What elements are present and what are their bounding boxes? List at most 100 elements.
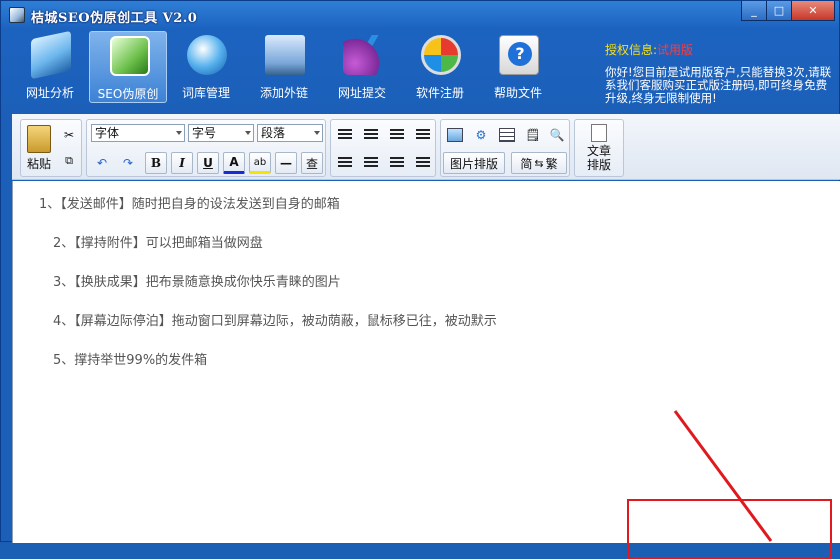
note-icon: 🗒 [525, 128, 541, 142]
copy-button[interactable]: ⧉ [59, 150, 79, 172]
size-select-value: 字号 [192, 126, 217, 140]
outdent-button[interactable] [385, 124, 409, 146]
nav-item-thesaurus[interactable]: 词库管理 [167, 31, 245, 103]
scissors-icon: ✂ [63, 128, 75, 142]
bold-button[interactable]: B [145, 152, 167, 174]
size-select[interactable]: 字号 [188, 124, 254, 142]
editor-line: 2、【撑持附件】可以把邮箱当做网盘 [53, 236, 263, 251]
search-replace-button[interactable]: 🔍 [545, 124, 569, 146]
underline-button[interactable]: U [197, 152, 219, 174]
align-right-button[interactable] [385, 152, 409, 174]
justify-icon [416, 157, 430, 169]
editor-line: 5、撑持举世99%的发件箱 [53, 353, 208, 368]
app-icon [9, 7, 25, 23]
font-group: 字体 字号 段落 ↶ ↷ B I U A ab — 查 [86, 119, 326, 177]
nav-label: 词库管理 [181, 86, 230, 100]
article-layout-label-1: 文章 [586, 144, 611, 158]
search-icon: 🔍 [549, 128, 565, 142]
paragraph-select[interactable]: 段落 [257, 124, 323, 142]
align-right-icon [390, 157, 404, 169]
nav-label: SEO伪原创 [97, 87, 159, 101]
insert-note-button[interactable]: 🗒 [521, 124, 545, 146]
paragraph-group [330, 119, 436, 177]
outdent-icon [390, 129, 404, 141]
pages-icon [110, 36, 150, 76]
paragraph-select-value: 段落 [261, 126, 286, 140]
align-left-button[interactable] [333, 152, 357, 174]
license-panel: 授权信息:试用版 你好!您目前是试用版客户,只能替换3次,请联系我们客服购买正式… [605, 39, 837, 105]
paste-icon [27, 124, 51, 153]
bullet-list-button[interactable] [359, 124, 383, 146]
insert-group: ⚙ 🗒 🔍 图片排版 简 ⇆ 繁 [440, 119, 570, 177]
minimize-button[interactable]: _ [741, 1, 767, 21]
book-icon [31, 30, 71, 80]
redo-button[interactable]: ↷ [117, 152, 139, 174]
nav-item-register[interactable]: 软件注册 [401, 31, 479, 103]
ordered-list-icon [338, 129, 352, 141]
align-center-icon [364, 157, 378, 169]
swap-icon: ⇆ [534, 156, 544, 170]
window-title: 桔城SEO伪原创工具 V2.0 [31, 11, 198, 26]
highlight-button[interactable]: ab [249, 152, 271, 174]
convert-fan-label: 繁 [545, 156, 558, 171]
paste-label: 粘贴 [26, 156, 51, 171]
paste-button[interactable]: 粘贴 [23, 122, 55, 174]
editor-line: 4、【屏幕边际停泊】拖动窗口到屏幕边际，被动荫蔽，鼠标移已往，被动默示 [53, 314, 497, 329]
nav-label: 网址分析 [25, 86, 74, 100]
license-label: 授权信息: [605, 43, 658, 57]
editor-line: 3、【换肤成果】把布景随意换成你快乐青睐的图片 [53, 275, 341, 290]
nav-item-url-submit[interactable]: 网址提交 [323, 31, 401, 103]
align-center-button[interactable] [359, 152, 383, 174]
link-icon: ⚙ [475, 128, 487, 142]
justify-button[interactable] [411, 152, 435, 174]
annotation-box [627, 499, 832, 559]
window-controls: _ □ ✕ [741, 1, 835, 21]
help-icon [499, 35, 539, 75]
table-icon [499, 128, 515, 142]
ordered-list-button[interactable] [333, 124, 357, 146]
maximize-button[interactable]: □ [766, 1, 792, 21]
horizontal-rule-button[interactable]: — [275, 152, 297, 174]
document-icon [591, 124, 607, 142]
nav-item-add-backlinks[interactable]: 添加外链 [245, 31, 323, 103]
pen-icon [343, 35, 383, 75]
undo-button[interactable]: ↶ [91, 152, 113, 174]
article-layout-label-2: 排版 [586, 158, 611, 172]
find-button[interactable]: 查 [301, 152, 323, 174]
nav-item-seo-rewrite[interactable]: SEO伪原创 [89, 31, 167, 103]
redo-icon: ↷ [122, 156, 134, 170]
font-color-button[interactable]: A [223, 152, 245, 174]
copy-icon: ⧉ [65, 154, 73, 167]
editor-line: 1、【发送邮件】随时把自身的设法发送到自身的邮箱 [39, 197, 340, 212]
insert-table-button[interactable] [495, 124, 519, 146]
indent-button[interactable] [411, 124, 435, 146]
image-layout-button[interactable]: 图片排版 [443, 152, 505, 174]
chevron-down-icon [176, 131, 182, 135]
font-select[interactable]: 字体 [91, 124, 185, 142]
insert-link-button[interactable]: ⚙ [469, 124, 493, 146]
italic-button[interactable]: I [171, 152, 193, 174]
article-layout-button[interactable]: 文章 排版 [577, 122, 621, 174]
chevron-down-icon [314, 131, 320, 135]
convert-chinese-button[interactable]: 简 ⇆ 繁 [511, 152, 567, 174]
insert-image-button[interactable] [443, 124, 467, 146]
editor-content[interactable]: 1、【发送邮件】随时把自身的设法发送到自身的邮箱 2、【撑持附件】可以把邮箱当做… [12, 181, 840, 543]
chevron-down-icon [245, 131, 251, 135]
nav-item-help[interactable]: 帮助文件 [479, 31, 557, 103]
title-bar[interactable]: 桔城SEO伪原创工具 V2.0 _ □ ✕ [1, 1, 840, 29]
cut-button[interactable]: ✂ [59, 124, 79, 146]
globe-icon [187, 35, 227, 75]
font-select-value: 字体 [95, 126, 120, 140]
indent-icon [416, 129, 430, 141]
clipboard-group: 粘贴 ✂ ⧉ [20, 119, 82, 177]
editor-toolbar: 粘贴 ✂ ⧉ 字体 字号 段落 ↶ ↷ B I U A ab — 查 ⚙ 🗒 🔍… [12, 114, 840, 180]
nav-label: 添加外链 [259, 86, 308, 100]
nav-label: 帮助文件 [493, 86, 542, 100]
close-button[interactable]: ✕ [791, 1, 835, 21]
image-icon [447, 128, 463, 142]
nav-label: 软件注册 [415, 86, 464, 100]
bullet-list-icon [364, 129, 378, 141]
nav-item-url-analysis[interactable]: 网址分析 [11, 30, 89, 103]
shield-icon [421, 35, 461, 75]
article-layout-group: 文章 排版 [574, 119, 624, 177]
